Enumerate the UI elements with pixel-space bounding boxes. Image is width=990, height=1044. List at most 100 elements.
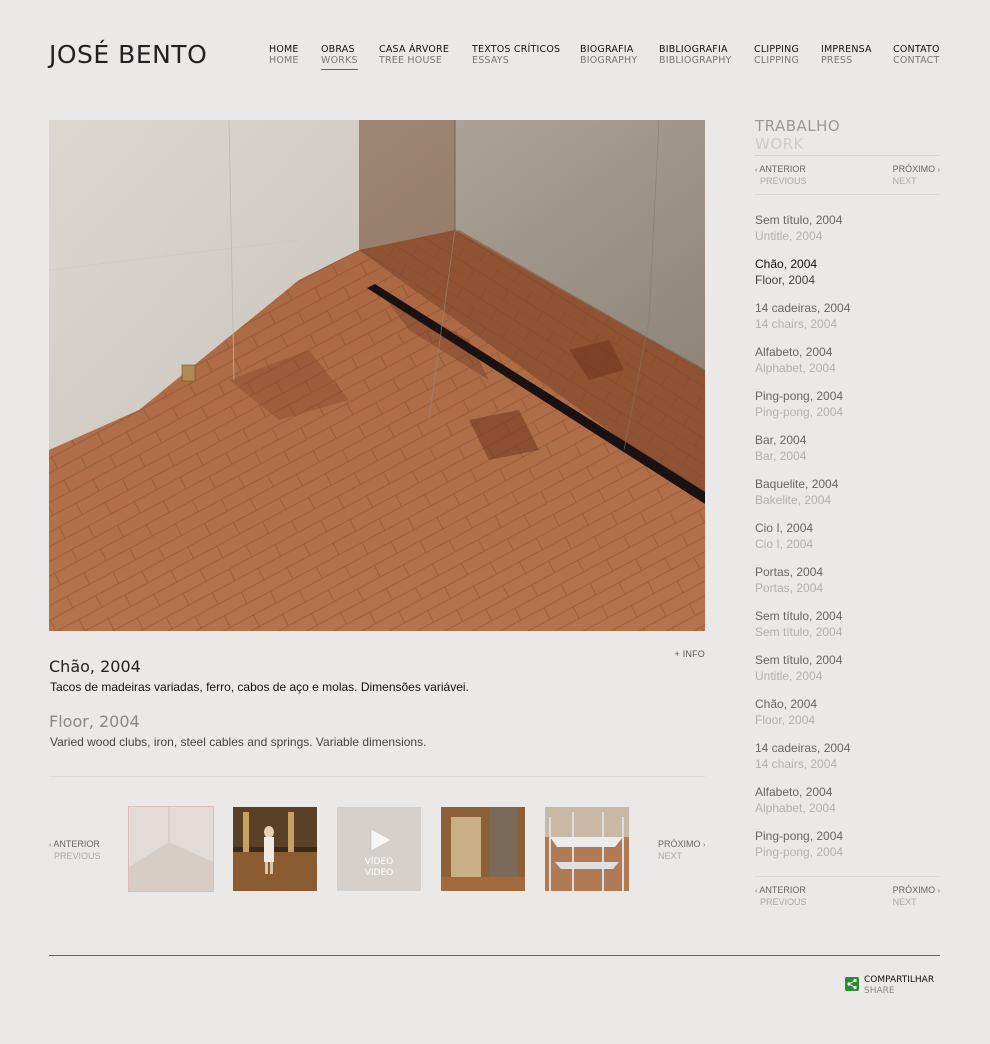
works-list: Sem título, 2004 Untitle, 2004 Chão, 2004…	[755, 212, 940, 872]
nav-bibliography-pt: BIBLIOGRAFIA	[659, 44, 728, 55]
sidebar-heading-en: WORK	[755, 135, 804, 153]
artwork-photo[interactable]	[49, 120, 705, 631]
share-icon	[845, 977, 859, 991]
work-item[interactable]: Sem título, 2004 Sem título, 2004	[755, 608, 940, 652]
work-item[interactable]: Bar, 2004 Bar, 2004	[755, 432, 940, 476]
thumbnail-4[interactable]	[441, 807, 525, 891]
work-item-en: Portas, 2004	[755, 581, 824, 595]
info-link[interactable]: + INFO	[675, 649, 705, 659]
sidebar-heading-pt: TRABALHO	[755, 117, 841, 135]
thumbnail-5[interactable]	[545, 807, 629, 891]
sidebar-next-label: PRÓXIMO ›	[893, 164, 940, 176]
work-item[interactable]: Alfabeto, 2004 Alphabet, 2004	[755, 784, 940, 828]
sidebar-next-button[interactable]: PRÓXIMO › NEXT	[893, 164, 940, 187]
work-item[interactable]: Sem título, 2004 Untitle, 2004	[755, 652, 940, 696]
work-item[interactable]: 14 cadeiras, 2004 14 chairs, 2004	[755, 740, 940, 784]
work-item[interactable]: 14 cadeiras, 2004 14 chairs, 2004	[755, 300, 940, 344]
thumbs-previous-label: ‹ ANTERIOR	[49, 839, 101, 851]
sidebar-previous-en: PREVIOUS	[760, 897, 807, 907]
thumbnail-4-image	[441, 807, 525, 891]
nav-clipping[interactable]: CLIPPING CLIPPING	[754, 44, 799, 66]
work-item-pt: Alfabeto, 2004	[755, 785, 833, 799]
content-divider	[49, 776, 705, 777]
work-item-en: Untitle, 2004	[755, 669, 823, 683]
sidebar-next-pt: PRÓXIMO	[892, 885, 936, 895]
work-item[interactable]: Baquelite, 2004 Bakelite, 2004	[755, 476, 940, 520]
thumbnail-1-image	[129, 807, 213, 891]
thumbs-previous-button[interactable]: ‹ ANTERIOR PREVIOUS	[49, 839, 101, 862]
work-item[interactable]: Sem título, 2004 Untitle, 2004	[755, 212, 940, 256]
work-item[interactable]: Portas, 2004 Portas, 2004	[755, 564, 940, 608]
work-item-pt: Sem título, 2004	[755, 609, 843, 623]
sidebar-previous-pt: ANTERIOR	[759, 885, 806, 895]
nav-tree-house-en: TREE HOUSE	[379, 55, 443, 66]
work-item-pt: Chão, 2004	[755, 697, 818, 711]
chevron-right-icon: ›	[937, 888, 940, 895]
thumbs-previous-en: PREVIOUS	[54, 851, 101, 861]
thumbs-previous-pt: ANTERIOR	[53, 839, 100, 849]
work-item-pt: Cio I, 2004	[755, 521, 814, 535]
nav-works-en: WORKS	[321, 55, 358, 66]
work-item-en: Bakelite, 2004	[755, 493, 832, 507]
nav-clipping-pt: CLIPPING	[754, 44, 800, 55]
work-item-pt: Bar, 2004	[755, 433, 807, 447]
sidebar-next-button[interactable]: PRÓXIMO › NEXT	[893, 885, 940, 908]
work-item-pt: Sem título, 2004	[755, 213, 843, 227]
nav-home[interactable]: HOME HOME	[269, 44, 299, 66]
work-item-en: Alphabet, 2004	[755, 801, 836, 815]
nav-bibliography[interactable]: BIBLIOGRAFIA BIBLIOGRAPHY	[659, 44, 732, 66]
work-item[interactable]: Chão, 2004 Floor, 2004	[755, 696, 940, 740]
sidebar-previous-button[interactable]: ‹ ANTERIOR PREVIOUS	[755, 885, 807, 908]
sidebar-previous-button[interactable]: ‹ ANTERIOR PREVIOUS	[755, 164, 807, 187]
sidebar-divider-top	[755, 194, 940, 195]
sidebar-next-en: NEXT	[892, 897, 917, 907]
work-item[interactable]: Alfabeto, 2004 Alphabet, 2004	[755, 344, 940, 388]
thumbs-next-button[interactable]: PRÓXIMO › NEXT	[658, 839, 705, 862]
nav-biography[interactable]: BIOGRAFIA BIOGRAPHY	[580, 44, 637, 66]
nav-works-pt: OBRAS	[321, 44, 355, 55]
artwork-description-pt: Tacos de madeiras variadas, ferro, cabos…	[50, 680, 469, 694]
main-nav: HOME HOME OBRAS WORKS CASA ÁRVORE TREE H…	[0, 44, 990, 74]
chevron-left-icon: ‹	[49, 842, 52, 849]
nav-works[interactable]: OBRAS WORKS	[321, 44, 358, 70]
thumbnail-2[interactable]	[233, 807, 317, 891]
sidebar-pager-bottom: ‹ ANTERIOR PREVIOUS PRÓXIMO › NEXT	[755, 885, 940, 909]
nav-tree-house[interactable]: CASA ÁRVORE TREE HOUSE	[379, 44, 449, 66]
nav-press-en: PRESS	[821, 55, 853, 66]
nav-press[interactable]: IMPRENSA PRESS	[821, 44, 872, 66]
nav-essays-en: ESSAYS	[472, 55, 510, 66]
share-label: COMPARTILHAR SHARE	[864, 975, 934, 997]
work-item-current[interactable]: Chão, 2004 Floor, 2004	[755, 256, 940, 300]
chevron-left-icon: ‹	[755, 888, 758, 895]
thumbnail-5-image	[545, 807, 629, 891]
work-item[interactable]: Ping-pong, 2004 Ping-pong, 2004	[755, 828, 940, 872]
work-item[interactable]: Cio I, 2004 Cio I, 2004	[755, 520, 940, 564]
sidebar-next-label: PRÓXIMO ›	[893, 885, 940, 897]
thumbnail-2-image	[233, 807, 317, 891]
thumbnail-video[interactable]: VÍDEO VIDEO	[337, 807, 421, 891]
work-item-pt: Alfabeto, 2004	[755, 345, 833, 359]
work-item-pt: Ping-pong, 2004	[755, 829, 844, 843]
sidebar-divider-bottom	[755, 876, 940, 877]
artwork-description-en: Varied wood clubs, iron, steel cables an…	[50, 735, 427, 749]
nav-essays[interactable]: TEXTOS CRÍTICOS ESSAYS	[472, 44, 560, 66]
sidebar-previous-label: ‹ ANTERIOR	[755, 164, 807, 176]
chevron-left-icon: ‹	[755, 167, 758, 174]
thumbs-next-label: PRÓXIMO ›	[658, 839, 705, 851]
work-item-pt: Chão, 2004	[755, 257, 818, 271]
sidebar-pager-top: ‹ ANTERIOR PREVIOUS PRÓXIMO › NEXT	[755, 164, 940, 188]
work-item[interactable]: Ping-pong, 2004 Ping-pong, 2004	[755, 388, 940, 432]
artwork-photo-image	[49, 120, 705, 631]
nav-biography-en: BIOGRAPHY	[580, 55, 638, 66]
footer-rule	[49, 955, 940, 956]
thumbnail-1[interactable]	[128, 806, 214, 892]
work-item-en: Alphabet, 2004	[755, 361, 836, 375]
nav-bibliography-en: BIBLIOGRAPHY	[659, 55, 732, 66]
work-item-en: Floor, 2004	[755, 713, 816, 727]
nav-contact[interactable]: CONTATO CONTACT	[893, 44, 940, 66]
nav-contact-pt: CONTATO	[893, 44, 940, 55]
nav-home-pt: HOME	[269, 44, 299, 55]
nav-press-pt: IMPRENSA	[821, 44, 872, 55]
video-label: VÍDEO VIDEO	[337, 857, 421, 879]
sidebar-previous-pt: ANTERIOR	[759, 164, 806, 174]
